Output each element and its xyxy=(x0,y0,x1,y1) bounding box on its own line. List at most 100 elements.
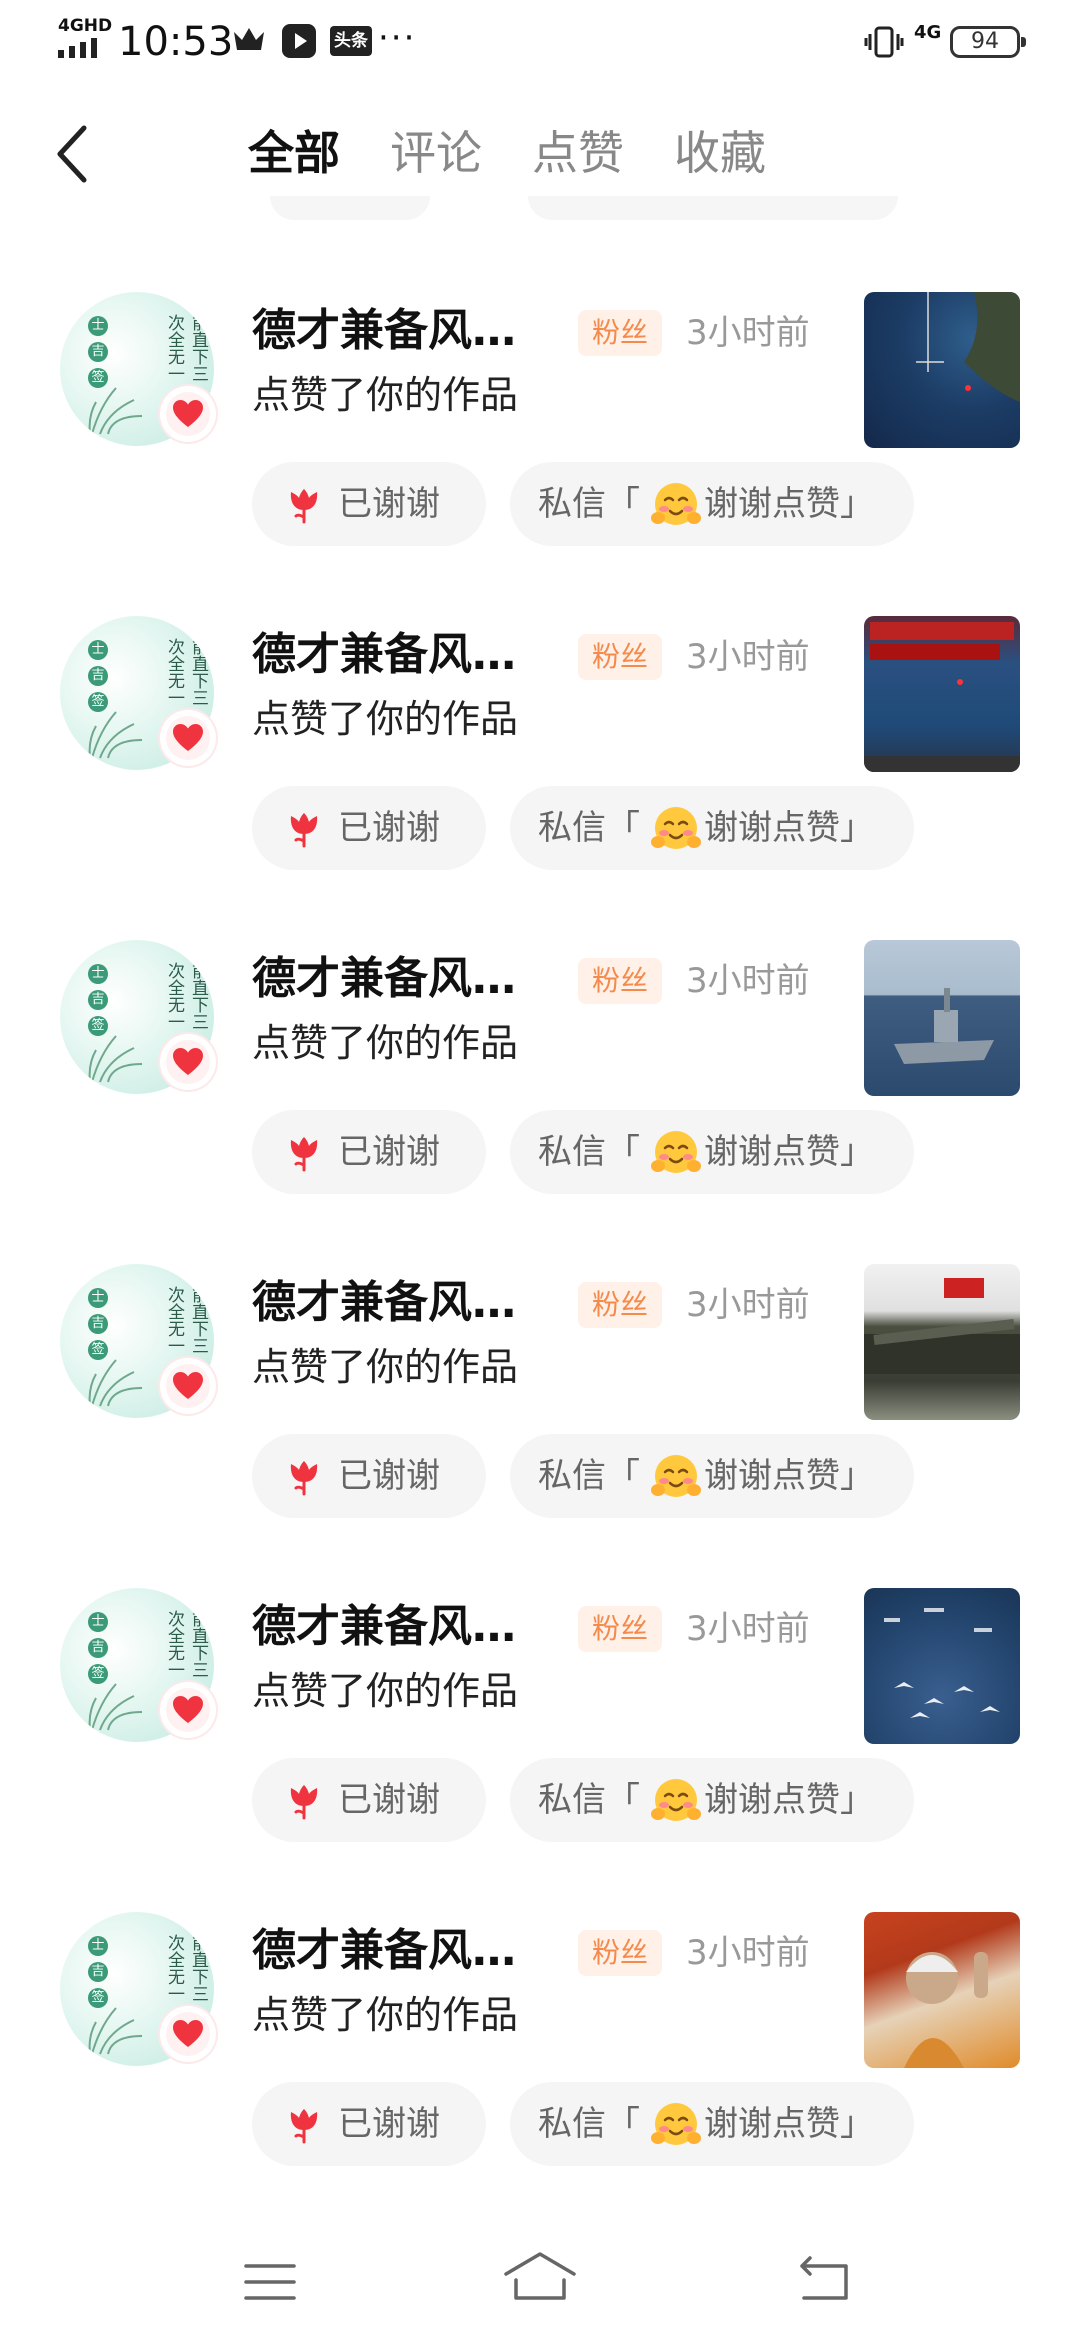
timestamp: 3小时前 xyxy=(686,1933,810,1973)
action-text: 点赞了你的作品 xyxy=(252,1993,519,2037)
user-name[interactable]: 德才兼备风… xyxy=(252,950,552,1008)
user-name[interactable]: 德才兼备风… xyxy=(252,626,552,684)
more-notifications-icon: ··· xyxy=(378,18,417,58)
tab-all[interactable]: 全部 xyxy=(248,120,340,186)
menu-icon[interactable] xyxy=(242,2260,298,2304)
timestamp: 3小时前 xyxy=(686,1609,810,1649)
grass-illustration xyxy=(88,1035,143,1083)
chevron-left-icon[interactable] xyxy=(40,114,110,194)
grass-illustration xyxy=(88,2007,143,2055)
video-app-icon xyxy=(282,24,316,58)
fan-badge: 粉丝 xyxy=(578,1606,662,1652)
heart-icon xyxy=(173,1048,203,1075)
action-text: 点赞了你的作品 xyxy=(252,1021,519,1065)
hug-emoji-icon xyxy=(651,483,701,525)
back-icon[interactable] xyxy=(792,2254,856,2304)
flower-icon xyxy=(290,489,318,524)
thanked-button[interactable]: 已谢谢 xyxy=(252,1758,486,1842)
dm-text: 谢谢点赞」 xyxy=(704,1780,874,1820)
avatar-poem-line: 前直下三 xyxy=(188,1610,208,1678)
dm-text: 谢谢点赞」 xyxy=(704,808,874,848)
timestamp: 3小时前 xyxy=(686,1285,810,1325)
flower-icon xyxy=(290,813,318,848)
fan-badge: 粉丝 xyxy=(578,1282,662,1328)
dm-thanks-button[interactable]: 私信「 谢谢点赞」 xyxy=(510,1758,914,1842)
fleet-thumbnail[interactable] xyxy=(864,1588,1020,1744)
dm-thanks-button[interactable]: 私信「 谢谢点赞」 xyxy=(510,1110,914,1194)
user-name[interactable]: 德才兼备风… xyxy=(252,1274,552,1332)
avatar-poem-line: 次全无一 xyxy=(164,1934,184,2002)
avatar-seal-char: 吉 xyxy=(88,990,108,1010)
dm-thanks-button[interactable]: 私信「 谢谢点赞」 xyxy=(510,786,914,870)
thanked-button[interactable]: 已谢谢 xyxy=(252,1434,486,1518)
avatar-seal-char: 吉 xyxy=(88,1638,108,1658)
avatar-seal-char: 吉 xyxy=(88,342,108,362)
crown-icon xyxy=(234,28,264,50)
like-badge xyxy=(160,710,216,766)
hug-emoji-icon xyxy=(651,2103,701,2145)
tab-comments[interactable]: 评论 xyxy=(390,120,482,186)
heart-icon xyxy=(173,724,203,751)
grass-illustration xyxy=(88,711,143,759)
map-thumbnail[interactable] xyxy=(864,292,1020,448)
heart-icon xyxy=(173,1372,203,1399)
avatar-seal-char: 士 xyxy=(88,640,108,660)
user-name[interactable]: 德才兼备风… xyxy=(252,1598,552,1656)
timestamp: 3小时前 xyxy=(686,637,810,677)
like-badge xyxy=(160,1034,216,1090)
dm-thanks-button[interactable]: 私信「 谢谢点赞」 xyxy=(510,462,914,546)
fan-badge: 粉丝 xyxy=(578,958,662,1004)
dm-prefix: 私信「 xyxy=(538,1780,640,1820)
avatar-poem-line: 前直下三 xyxy=(188,1934,208,2002)
dm-prefix: 私信「 xyxy=(538,808,640,848)
like-badge xyxy=(160,1682,216,1738)
thanked-button[interactable]: 已谢谢 xyxy=(252,1110,486,1194)
heart-icon xyxy=(173,400,203,427)
notification-item: 士 吉 签 次全无一 前直下三 德才兼备风… 粉丝 3小时前 点赞了你的作品 已… xyxy=(0,616,1080,940)
flower-icon xyxy=(290,1461,318,1496)
warship-thumbnail[interactable] xyxy=(864,940,1020,1096)
dm-text: 谢谢点赞」 xyxy=(704,484,874,524)
fan-badge: 粉丝 xyxy=(578,310,662,356)
signal-icon xyxy=(58,38,97,58)
avatar-poem-line: 次全无一 xyxy=(164,638,184,706)
notification-item: 士 吉 签 次全无一 前直下三 德才兼备风… 粉丝 3小时前 点赞了你的作品 已… xyxy=(0,940,1080,1264)
previous-item-button-edge xyxy=(528,196,898,220)
missile-parade-thumbnail[interactable] xyxy=(864,1264,1020,1420)
thanked-button[interactable]: 已谢谢 xyxy=(252,2082,486,2166)
thanked-button[interactable]: 已谢谢 xyxy=(252,462,486,546)
network-type: 4GHD xyxy=(58,16,113,36)
tab-bar: 全部 评论 点赞 收藏 xyxy=(248,120,766,186)
map-news-thumbnail[interactable] xyxy=(864,616,1020,772)
avatar-seal-char: 士 xyxy=(88,1288,108,1308)
avatar-poem-line: 前直下三 xyxy=(188,962,208,1030)
previous-item-button-edge xyxy=(270,196,430,220)
user-name[interactable]: 德才兼备风… xyxy=(252,302,552,360)
user-name[interactable]: 德才兼备风… xyxy=(252,1922,552,1980)
avatar-seal-char: 吉 xyxy=(88,1314,108,1334)
thanked-button[interactable]: 已谢谢 xyxy=(252,786,486,870)
thanked-label: 已谢谢 xyxy=(338,1132,440,1172)
flower-icon xyxy=(290,1137,318,1172)
dm-text: 谢谢点赞」 xyxy=(704,1132,874,1172)
thanked-label: 已谢谢 xyxy=(338,1456,440,1496)
home-icon[interactable] xyxy=(502,2250,578,2304)
heart-icon xyxy=(173,2020,203,2047)
action-text: 点赞了你的作品 xyxy=(252,1669,519,1713)
action-text: 点赞了你的作品 xyxy=(252,373,519,417)
action-text: 点赞了你的作品 xyxy=(252,1345,519,1389)
tab-favorites[interactable]: 收藏 xyxy=(674,120,766,186)
action-text: 点赞了你的作品 xyxy=(252,697,519,741)
grass-illustration xyxy=(88,1683,143,1731)
timestamp: 3小时前 xyxy=(686,961,810,1001)
dm-thanks-button[interactable]: 私信「 谢谢点赞」 xyxy=(510,2082,914,2166)
dm-text: 谢谢点赞」 xyxy=(704,1456,874,1496)
dm-prefix: 私信「 xyxy=(538,1456,640,1496)
dm-thanks-button[interactable]: 私信「 谢谢点赞」 xyxy=(510,1434,914,1518)
avatar-seal-char: 吉 xyxy=(88,1962,108,1982)
tab-likes[interactable]: 点赞 xyxy=(532,120,624,186)
like-badge xyxy=(160,2006,216,2062)
notification-item: 士 吉 签 次全无一 前直下三 德才兼备风… 粉丝 3小时前 点赞了你的作品 已… xyxy=(0,292,1080,616)
hug-emoji-icon xyxy=(651,1455,701,1497)
portrait-thumbnail[interactable] xyxy=(864,1912,1020,2068)
